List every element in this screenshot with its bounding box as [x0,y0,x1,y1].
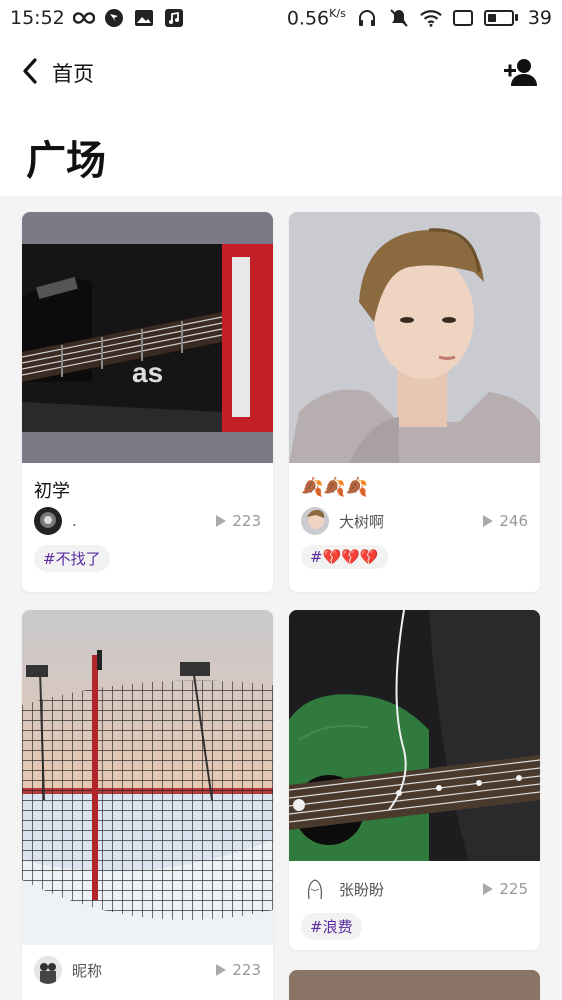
infinity-icon [72,7,95,29]
chevron-left-icon [22,58,38,88]
status-bar: 15:52 0.56K/s 39 [0,0,562,36]
back-label: 首页 [52,62,94,86]
play-icon [483,883,494,895]
author-name[interactable]: 张盼盼 [339,879,483,900]
topic-tag[interactable]: #💔💔💔 [301,545,388,569]
page-title: 广场 [26,138,106,184]
feed-card[interactable]: 张盼盼 225 #浪费 [289,610,540,950]
card-thumbnail [289,610,540,861]
avatar[interactable] [34,507,62,535]
play-count-value: 223 [232,961,261,979]
card-thumbnail: as [22,212,273,463]
mute-icon [388,7,410,29]
card-meta: 大树啊 246 [289,499,540,543]
avatar[interactable] [301,507,329,535]
card-thumbnail [289,212,540,463]
app-icon [103,7,125,29]
card-meta: 张盼盼 225 [289,867,540,911]
net-speed-value: 0.56 [286,7,330,30]
status-time: 15:52 [10,7,65,29]
play-count: 246 [483,512,528,530]
feed-grid: as 初学 . 223 #不找了 🍂🍂🍂 大树啊 246 #💔💔💔 昵称 223… [0,196,562,1000]
avatar[interactable] [34,956,62,984]
card-title: 🍂🍂🍂 [301,477,369,498]
author-name[interactable]: 昵称 [72,960,216,981]
card-meta: . 223 [22,499,273,543]
battery-icon [483,9,518,26]
header: 首页 广场 [0,36,562,196]
feed-card[interactable]: as 初学 . 223 #不找了 [22,212,273,592]
image-icon [133,7,155,29]
wifi-icon [419,7,442,29]
play-count: 225 [483,880,528,898]
feed-card[interactable]: 🍂🍂🍂 大树啊 246 #💔💔💔 [289,212,540,592]
battery-level: 39 [527,6,552,29]
card-thumbnail [289,970,540,1000]
svg-text:as: as [132,357,163,388]
author-name[interactable]: . [72,512,216,530]
back-button[interactable]: 首页 [22,58,94,88]
card-thumbnail [22,610,273,945]
play-count: 223 [216,961,261,979]
play-icon [483,515,494,527]
net-speed: 0.56K/s [287,7,346,29]
card-meta: 昵称 223 [22,945,273,995]
headphones-icon [356,7,378,29]
net-speed-unit: K/s [329,6,346,20]
play-count-value: 223 [232,512,261,530]
feed-card[interactable] [289,970,540,1000]
play-count: 223 [216,512,261,530]
topic-tag[interactable]: #不找了 [34,545,110,572]
add-user-icon [502,59,540,94]
play-icon [216,964,227,976]
author-name[interactable]: 大树啊 [339,511,483,532]
card-title: 初学 [34,481,70,502]
avatar[interactable] [301,875,329,903]
screen-icon [452,7,474,29]
music-icon [163,7,185,29]
play-count-value: 225 [499,880,528,898]
play-count-value: 246 [499,512,528,530]
feed-card[interactable]: 昵称 223 [22,610,273,1000]
topic-tag[interactable]: #浪费 [301,913,362,940]
add-user-button[interactable] [502,56,540,90]
play-icon [216,515,227,527]
